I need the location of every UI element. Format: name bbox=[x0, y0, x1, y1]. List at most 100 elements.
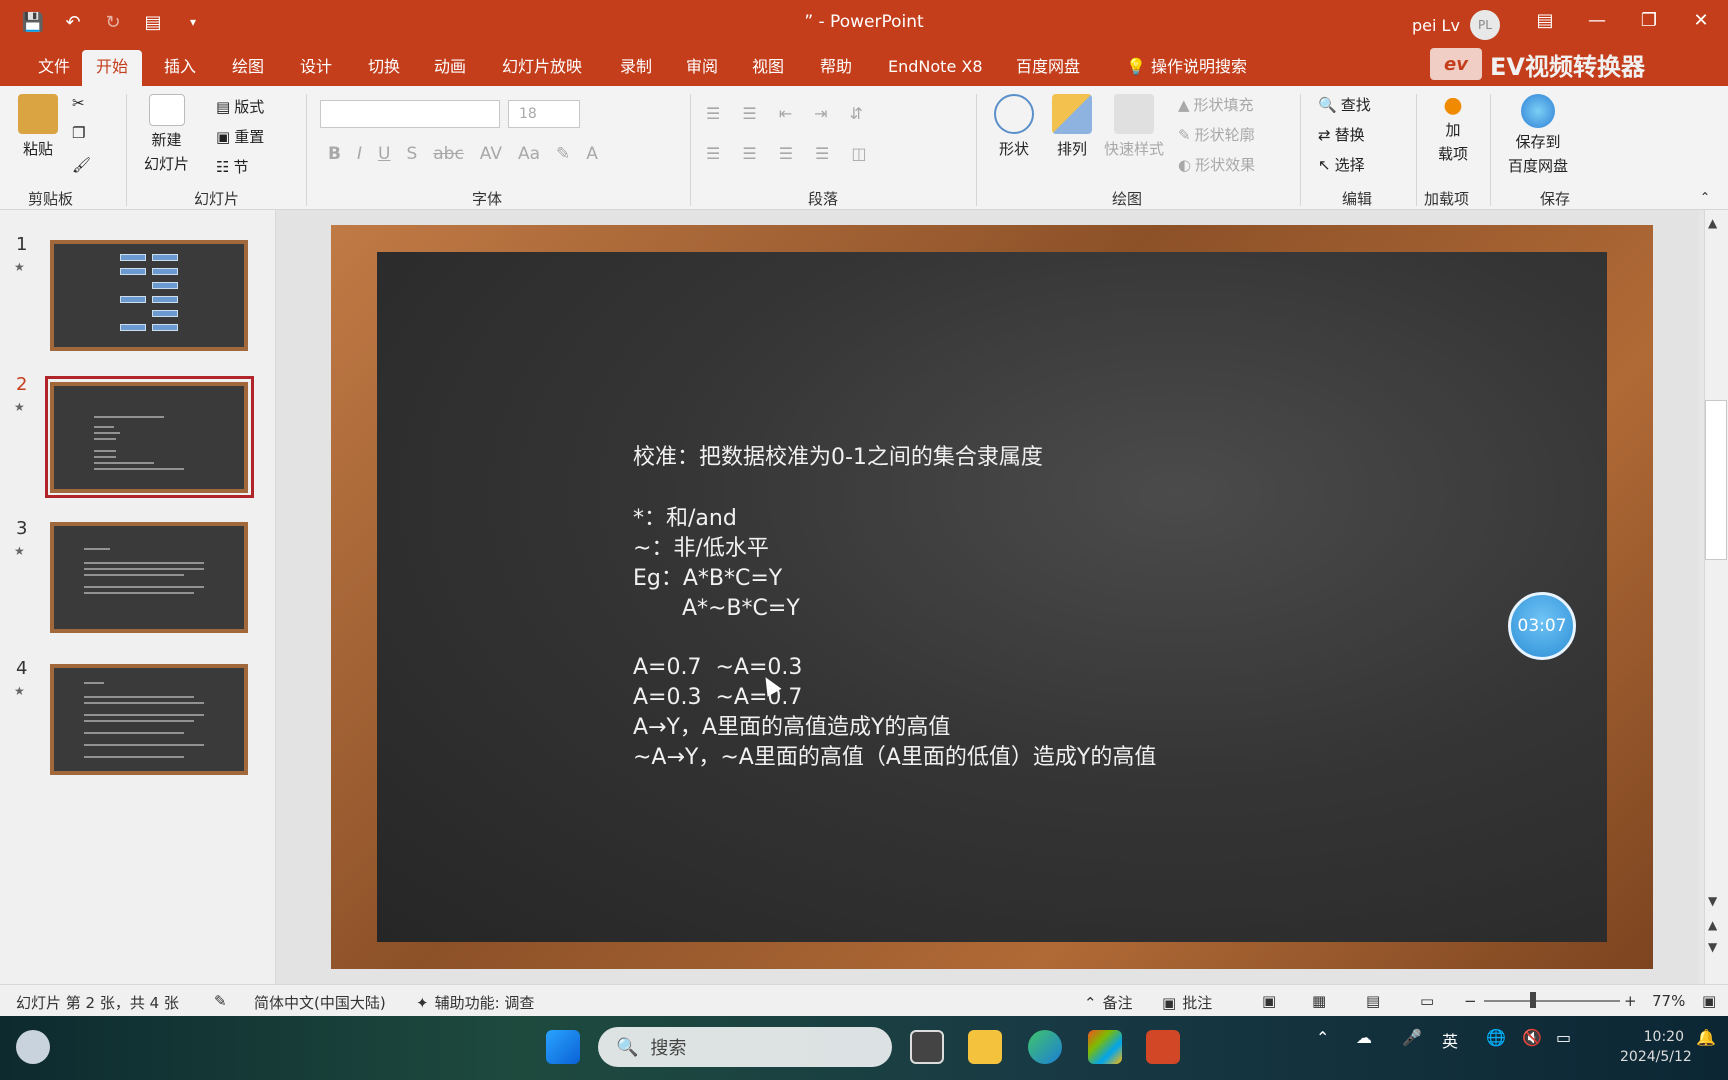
previous-slide-icon[interactable]: ▲ bbox=[1708, 918, 1717, 932]
shape-fill-button[interactable]: ▲ 形状填充 bbox=[1178, 94, 1254, 115]
tab-view[interactable]: 视图 bbox=[738, 50, 798, 86]
align-center-icon[interactable]: ☰ bbox=[742, 144, 756, 163]
spacing-icon[interactable]: AV bbox=[480, 144, 502, 164]
shape-effect-button[interactable]: ◐ 形状效果 bbox=[1178, 154, 1255, 175]
vertical-scrollbar[interactable] bbox=[1704, 210, 1728, 984]
volume-muted-icon[interactable]: 🔇 bbox=[1522, 1028, 1542, 1047]
replace-button[interactable]: ⇄ 替换 bbox=[1318, 124, 1365, 145]
shape-outline-button[interactable]: ✎ 形状轮廓 bbox=[1178, 124, 1255, 145]
slide-text-line[interactable]: ~：非/低水平 bbox=[633, 534, 769, 564]
accessibility-button[interactable]: ✦ 辅助功能: 调查 bbox=[416, 992, 534, 1013]
numbering-icon[interactable]: ☰ bbox=[742, 104, 756, 123]
recording-timer-badge[interactable]: 03:07 bbox=[1508, 592, 1576, 660]
new-slide-button[interactable]: 新建 幻灯片 bbox=[144, 94, 189, 174]
change-case-icon[interactable]: Aa bbox=[518, 144, 540, 164]
scroll-up-icon[interactable]: ▲ bbox=[1708, 216, 1717, 230]
zoom-out-icon[interactable]: − bbox=[1464, 992, 1477, 1010]
underline-icon[interactable]: U bbox=[378, 144, 390, 164]
file-explorer-icon[interactable] bbox=[968, 1030, 1002, 1064]
bullets-icon[interactable]: ☰ bbox=[706, 104, 720, 123]
powerpoint-taskbar-icon[interactable] bbox=[1146, 1030, 1180, 1064]
minimize-icon[interactable]: — bbox=[1572, 0, 1622, 40]
arrange-button[interactable]: 排列 bbox=[1052, 94, 1092, 159]
close-icon[interactable]: ✕ bbox=[1676, 0, 1726, 40]
font-size-field[interactable]: 18 bbox=[508, 100, 580, 128]
weather-icon[interactable] bbox=[16, 1030, 50, 1064]
zoom-slider[interactable] bbox=[1484, 1000, 1620, 1002]
tab-transitions[interactable]: 切换 bbox=[354, 50, 414, 86]
user-account[interactable]: pei Lv PL bbox=[1412, 10, 1500, 40]
slide-text-line[interactable]: ~A→Y，~A里面的高值（A里面的低值）造成Y的高值 bbox=[633, 743, 1156, 773]
ribbon-display-icon[interactable]: ▤ bbox=[1520, 0, 1570, 40]
decrease-indent-icon[interactable]: ⇤ bbox=[779, 104, 792, 123]
restore-icon[interactable]: ❐ bbox=[1624, 0, 1674, 40]
align-right-icon[interactable]: ☰ bbox=[779, 144, 793, 163]
scroll-down-icon[interactable]: ▼ bbox=[1708, 894, 1717, 908]
language-indicator[interactable]: 简体中文(中国大陆) bbox=[254, 992, 386, 1013]
tab-draw[interactable]: 绘图 bbox=[218, 50, 278, 86]
wechat-icon[interactable]: ☁ bbox=[1356, 1028, 1372, 1047]
tab-file[interactable]: 文件 bbox=[24, 50, 84, 86]
comments-button[interactable]: ▣ 批注 bbox=[1162, 992, 1212, 1013]
bold-icon[interactable]: B bbox=[328, 144, 341, 164]
tab-record[interactable]: 录制 bbox=[606, 50, 666, 86]
quick-style-button[interactable]: 快速样式 bbox=[1104, 94, 1164, 159]
select-button[interactable]: ↖ 选择 bbox=[1318, 154, 1365, 175]
font-name-field[interactable] bbox=[320, 100, 500, 128]
notification-bell-icon[interactable]: 🔔 bbox=[1696, 1028, 1716, 1047]
normal-view-icon[interactable]: ▣ bbox=[1262, 992, 1276, 1010]
taskbar-search[interactable]: 🔍 搜索 bbox=[598, 1027, 892, 1067]
tray-overflow-icon[interactable]: ⌃ bbox=[1316, 1028, 1329, 1047]
tab-home[interactable]: 开始 bbox=[82, 50, 143, 86]
tab-insert[interactable]: 插入 bbox=[150, 50, 210, 86]
shadow-icon[interactable]: S bbox=[406, 144, 417, 164]
slide-thumbnail-4[interactable] bbox=[50, 664, 248, 775]
next-slide-icon[interactable]: ▼ bbox=[1708, 940, 1717, 954]
collapse-ribbon-icon[interactable]: ⌃ bbox=[1700, 190, 1710, 204]
align-left-icon[interactable]: ☰ bbox=[706, 144, 720, 163]
save-baidu-button[interactable]: 保存到 百度网盘 bbox=[1508, 94, 1568, 176]
slide-title-line[interactable]: 校准：把数据校准为0-1之间的集合隶属度 bbox=[633, 443, 1043, 473]
slide-text-line[interactable]: A*~B*C=Y bbox=[633, 594, 800, 624]
font-color-icon[interactable]: A bbox=[586, 144, 598, 164]
line-spacing-icon[interactable]: ⇵ bbox=[850, 104, 863, 123]
tab-help[interactable]: 帮助 bbox=[806, 50, 866, 86]
tell-me-search[interactable]: 💡 操作说明搜索 bbox=[1112, 50, 1261, 86]
slide-text-line[interactable]: A→Y，A里面的高值造成Y的高值 bbox=[633, 713, 950, 743]
paste-button[interactable]: 粘贴 bbox=[18, 94, 58, 159]
layout-button[interactable]: ▤ 版式 bbox=[216, 96, 264, 117]
system-clock[interactable]: 10:20 2024/5/12 bbox=[1620, 1027, 1692, 1067]
highlight-icon[interactable]: ✎ bbox=[556, 144, 570, 164]
slide-thumbnail-1[interactable] bbox=[50, 240, 248, 351]
scrollbar-thumb[interactable] bbox=[1705, 400, 1727, 560]
network-icon[interactable]: 🌐 bbox=[1486, 1028, 1506, 1047]
slide-text-line[interactable]: *：和/and bbox=[633, 504, 737, 534]
shape-button[interactable]: 形状 bbox=[994, 94, 1034, 159]
find-button[interactable]: 🔍 查找 bbox=[1318, 94, 1371, 115]
tab-animations[interactable]: 动画 bbox=[420, 50, 480, 86]
tab-slideshow[interactable]: 幻灯片放映 bbox=[488, 50, 596, 86]
increase-indent-icon[interactable]: ⇥ bbox=[814, 104, 827, 123]
slide-text-line[interactable]: Eg：A*B*C=Y bbox=[633, 564, 782, 594]
tab-review[interactable]: 审阅 bbox=[672, 50, 732, 86]
copy-icon[interactable]: ❐ bbox=[72, 124, 85, 142]
slide-sorter-icon[interactable]: ▦ bbox=[1312, 992, 1326, 1010]
addins-button[interactable]: ● 加 载项 bbox=[1438, 95, 1468, 164]
reset-button[interactable]: ▣ 重置 bbox=[216, 126, 264, 147]
slide-text-line[interactable]: A=0.7 ~A=0.3 bbox=[633, 653, 802, 683]
strikethrough-icon[interactable]: abc bbox=[433, 144, 464, 164]
edge-icon[interactable] bbox=[1028, 1030, 1062, 1064]
zoom-in-icon[interactable]: + bbox=[1624, 992, 1637, 1010]
battery-icon[interactable]: ▭ bbox=[1556, 1028, 1571, 1047]
italic-icon[interactable]: I bbox=[357, 144, 362, 164]
justify-icon[interactable]: ☰ bbox=[815, 144, 829, 163]
notes-button[interactable]: ⌃ 备注 bbox=[1084, 992, 1133, 1013]
tab-endnote[interactable]: EndNote X8 bbox=[874, 50, 997, 86]
cut-icon[interactable]: ✂ bbox=[72, 94, 85, 112]
slideshow-view-icon[interactable]: ▭ bbox=[1420, 992, 1434, 1010]
slide-thumbnail-3[interactable] bbox=[50, 522, 248, 633]
store-icon[interactable] bbox=[1088, 1030, 1122, 1064]
start-icon[interactable] bbox=[546, 1030, 580, 1064]
columns-icon[interactable]: ◫ bbox=[851, 144, 866, 163]
fit-to-window-icon[interactable]: ▣ bbox=[1702, 992, 1716, 1010]
